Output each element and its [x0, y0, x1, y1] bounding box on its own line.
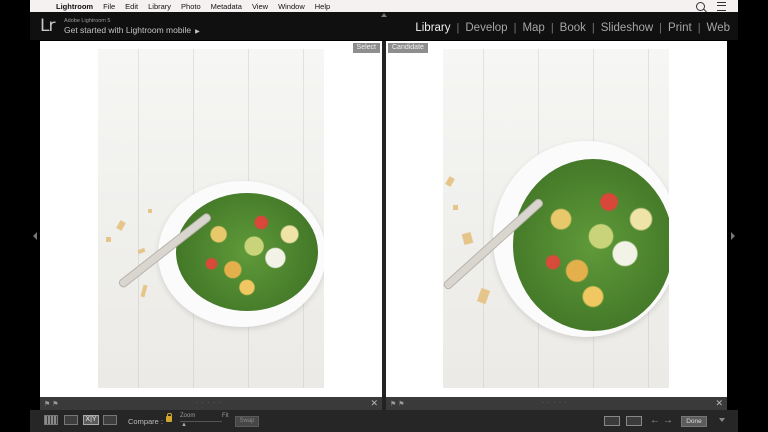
zoom-slider-thumb-icon[interactable]: ▲ — [181, 422, 187, 428]
zoom-label: Zoom — [180, 413, 196, 419]
survey-view-button[interactable] — [103, 415, 117, 425]
rating-stars[interactable]: · · · · · — [542, 400, 568, 406]
salad — [513, 159, 669, 331]
menubar-extras — [696, 1, 726, 11]
wood-plank-line — [483, 49, 484, 388]
tortilla-chip — [453, 205, 458, 210]
module-separator: | — [513, 22, 517, 34]
menu-photo[interactable]: Photo — [181, 2, 201, 11]
previous-photo-arrow-icon[interactable]: ← — [650, 415, 660, 426]
tortilla-chip — [106, 237, 111, 242]
module-picker: Library | Develop | Map | Book | Slidesh… — [415, 22, 730, 34]
menu-edit[interactable]: Edit — [125, 2, 138, 11]
left-panel-toggle-icon[interactable] — [33, 232, 37, 240]
salad — [176, 193, 318, 311]
lock-icon[interactable] — [166, 413, 172, 422]
compare-view-button[interactable]: X|Y — [83, 415, 99, 425]
flag-icons[interactable]: ⚑ ⚑ — [44, 400, 59, 408]
notification-center-icon[interactable] — [717, 1, 726, 11]
done-button[interactable]: Done — [681, 416, 707, 427]
select-pane[interactable]: Select — [40, 41, 382, 397]
identity-plate-bar: Lr Adobe Lightroom 5 Get started with Li… — [30, 12, 738, 40]
wood-plank-line — [138, 49, 139, 388]
module-slideshow[interactable]: Slideshow — [601, 22, 653, 34]
swap-button[interactable]: Swap — [235, 416, 259, 427]
play-arrow-icon: ▶ — [195, 29, 200, 35]
mobile-prompt-label: Get started with Lightroom mobile — [64, 25, 192, 35]
module-library[interactable]: Library — [415, 22, 450, 34]
fit-label: Fit — [222, 413, 229, 419]
top-panel-toggle-icon[interactable] — [381, 13, 387, 17]
toolbar-options-chevron-down-icon[interactable] — [719, 418, 725, 422]
library-toolbar: X|Y Compare : Zoom ▲ Fit Swap ← → Done — [30, 410, 738, 432]
menu-file[interactable]: File — [103, 2, 115, 11]
candidate-tag: Candidate — [388, 43, 428, 53]
next-photo-arrow-icon[interactable]: → — [663, 415, 673, 426]
product-version-text: Adobe Lightroom 5 — [64, 18, 111, 24]
close-icon[interactable]: ✕ — [715, 398, 723, 409]
candidate-photo[interactable] — [443, 49, 669, 388]
tortilla-chip — [137, 247, 146, 255]
select-tag: Select — [352, 43, 380, 53]
candidate-pane[interactable]: Candidate — [386, 41, 727, 397]
make-select-icon[interactable] — [604, 416, 620, 426]
identity-plate[interactable]: Adobe Lightroom 5 Get started with Light… — [64, 18, 200, 35]
module-separator: | — [591, 22, 595, 34]
loupe-view-button[interactable] — [64, 415, 78, 425]
select-pane-footer: ⚑ ⚑ · · · · · ✕ — [40, 397, 382, 410]
tortilla-chip — [445, 176, 455, 187]
tortilla-chip — [116, 220, 126, 231]
lightroom-logo: Lr — [40, 16, 56, 36]
rating-stars[interactable]: · · · · · — [196, 400, 222, 406]
compare-label: Compare : — [128, 417, 164, 426]
right-panel-toggle-icon[interactable] — [731, 232, 735, 240]
menu-help[interactable]: Help — [315, 2, 330, 11]
module-separator: | — [550, 22, 554, 34]
module-print[interactable]: Print — [668, 22, 692, 34]
module-separator: | — [659, 22, 663, 34]
tortilla-chip — [140, 284, 148, 298]
flag-icons[interactable]: ⚑ ⚑ — [390, 400, 405, 408]
close-icon[interactable]: ✕ — [370, 398, 378, 409]
mobile-prompt-text[interactable]: Get started with Lightroom mobile ▶ — [64, 25, 200, 35]
mac-menu-bar: Lightroom File Edit Library Photo Metada… — [30, 0, 738, 12]
menu-library[interactable]: Library — [148, 2, 171, 11]
module-map[interactable]: Map — [522, 22, 544, 34]
menu-metadata[interactable]: Metadata — [211, 2, 242, 11]
module-separator: | — [697, 22, 701, 34]
candidate-pane-footer: ⚑ ⚑ · · · · · ✕ — [386, 397, 727, 410]
tortilla-chip — [461, 232, 474, 245]
module-develop[interactable]: Develop — [465, 22, 507, 34]
menu-window[interactable]: Window — [278, 2, 305, 11]
swap-select-candidate-icon[interactable] — [626, 416, 642, 426]
module-web[interactable]: Web — [707, 22, 730, 34]
tortilla-chip — [476, 287, 491, 305]
select-photo[interactable] — [98, 49, 324, 388]
tortilla-chip — [148, 209, 152, 213]
module-separator: | — [456, 22, 460, 34]
menu-view[interactable]: View — [252, 2, 268, 11]
module-book[interactable]: Book — [560, 22, 586, 34]
menu-app-name[interactable]: Lightroom — [56, 2, 93, 11]
grid-view-button[interactable] — [44, 415, 58, 425]
spotlight-search-icon[interactable] — [696, 1, 705, 11]
